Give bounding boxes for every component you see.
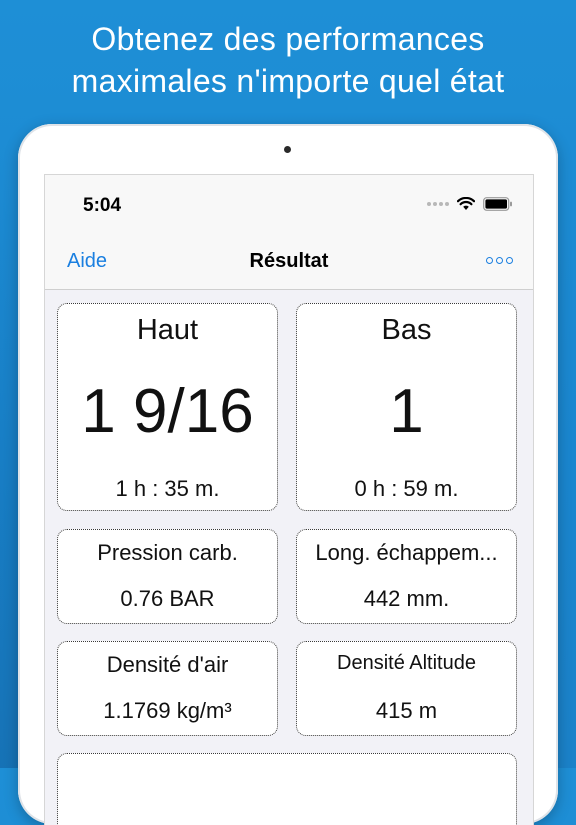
exhaust-length-card[interactable]: Long. échappem... 442 mm. xyxy=(296,529,517,624)
headline-line-2: maximales n'importe quel état xyxy=(71,63,505,99)
more-dot-icon xyxy=(496,257,503,264)
promo-headline: Obtenez des performances maximales n'imp… xyxy=(0,18,576,102)
tablet-frame: 5:04 Aide Résultat Haut 1 9/16 1 h: 35 … xyxy=(18,124,558,825)
page-title: Résultat xyxy=(249,250,329,272)
status-icons xyxy=(427,197,513,211)
high-value: 1 9/16 xyxy=(81,377,254,446)
fuel-pressure-value: 0.76 BAR xyxy=(120,586,215,611)
fuel-pressure-label: Pression carb. xyxy=(97,540,238,565)
density-altitude-card[interactable]: Densité Altitude 415 m xyxy=(296,641,517,736)
battery-icon xyxy=(483,197,512,211)
high-result-card[interactable]: Haut 1 9/16 1 h : 35 m. xyxy=(57,303,278,511)
app-screen: 5:04 Aide Résultat Haut 1 9/16 1 h: 35 … xyxy=(44,174,534,825)
exhaust-length-value: 442 mm. xyxy=(363,586,450,611)
fuel-pressure-card[interactable]: Pression carb. 0.76 BAR xyxy=(57,529,278,624)
low-value: 1 xyxy=(389,377,424,446)
more-dot-icon xyxy=(506,257,513,264)
low-label: Bas xyxy=(381,314,432,346)
air-density-label: Densité d'air xyxy=(106,652,229,677)
low-time: 0 h : 59 m. xyxy=(354,476,459,501)
status-time: 5:04 xyxy=(83,195,122,216)
more-dot-icon xyxy=(486,257,493,264)
headline-line-1: Obtenez des performances xyxy=(91,21,485,57)
next-result-card[interactable] xyxy=(57,753,517,825)
air-density-card[interactable]: Densité d'air 1.1769 kg/m³ xyxy=(57,641,278,736)
high-label: Haut xyxy=(136,314,199,346)
density-altitude-label: Densité Altitude xyxy=(337,652,476,674)
air-density-value: 1.1769 kg/m³ xyxy=(103,698,232,723)
low-result-card[interactable]: Bas 1 0 h : 59 m. xyxy=(296,303,517,511)
exhaust-length-label: Long. échappem... xyxy=(315,540,498,565)
status-bar: 5:04 xyxy=(45,175,533,231)
more-options-button[interactable] xyxy=(486,257,513,264)
wifi-icon xyxy=(457,197,475,210)
navigation-bar: Aide Résultat xyxy=(45,231,533,290)
high-time: 1 h : 35 m. xyxy=(115,476,220,501)
cellular-signal-icon xyxy=(427,202,449,206)
density-altitude-value: 415 m xyxy=(375,698,438,723)
help-button[interactable]: Aide xyxy=(67,250,107,273)
camera-dot xyxy=(284,146,291,153)
